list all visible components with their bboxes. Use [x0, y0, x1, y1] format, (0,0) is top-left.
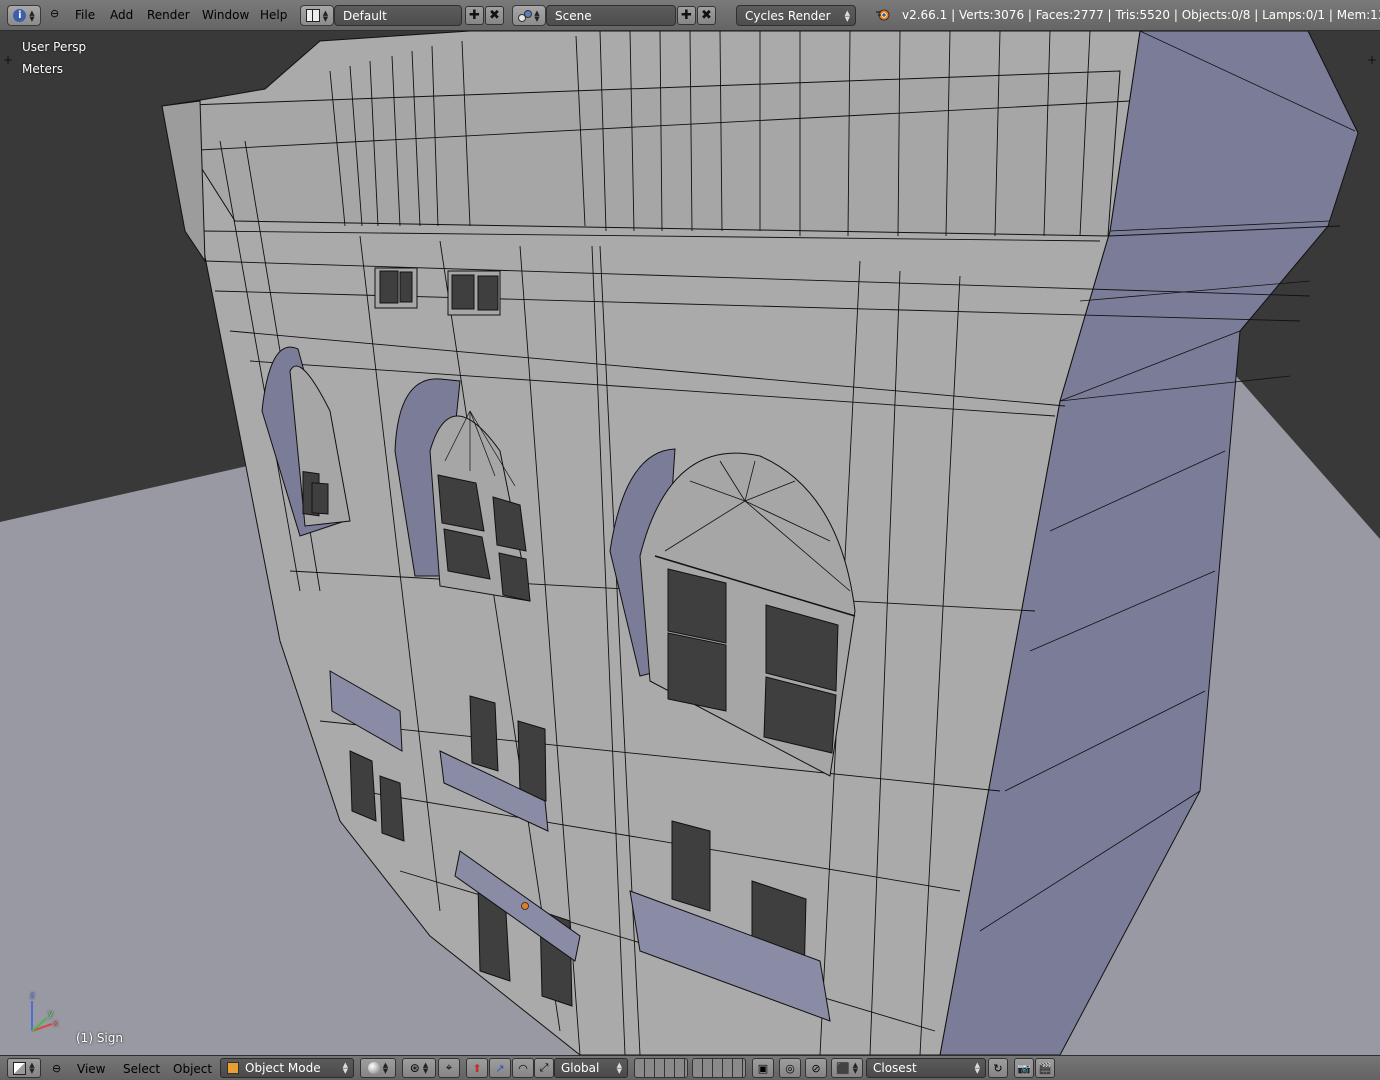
menu-window[interactable]: Window — [202, 8, 249, 22]
transform-orientation-icon-button[interactable]: ⤢ — [534, 1058, 554, 1078]
layers-group-2[interactable] — [692, 1058, 746, 1078]
axis-x-label: x — [53, 1019, 59, 1029]
viewport-corner-widget-left[interactable]: + — [2, 54, 14, 66]
pivot-point-button[interactable]: ⊛ ▲ ▼ — [402, 1058, 436, 1078]
delete-screen-button[interactable]: ✖ — [485, 6, 504, 25]
screen-layout-icon — [305, 9, 320, 22]
viewport-corner-widget-right[interactable]: + — [1366, 54, 1378, 66]
collapse-menu-icon[interactable]: ⊖ — [52, 1062, 61, 1075]
chevron-updown-icon: ▲ ▼ — [974, 1061, 980, 1075]
scene-browse-button[interactable]: ▲ ▼ — [512, 5, 546, 26]
blender-logo-icon — [875, 8, 891, 22]
lock-layers-button[interactable]: ▣ — [752, 1058, 774, 1078]
rotate-manipulator-button[interactable]: ↗ — [489, 1058, 511, 1078]
object-mode-icon — [227, 1062, 239, 1074]
3d-viewport[interactable]: User Persp Meters (1) Sign z x y + + — [0, 31, 1380, 1055]
viewport-shading-button[interactable]: ▲ ▼ — [360, 1058, 396, 1078]
scale-icon: ◠ — [518, 1061, 528, 1075]
snap-element-button[interactable]: ⬛ ▲ ▼ — [831, 1058, 863, 1078]
render-animation-button[interactable]: 🎬 — [1035, 1058, 1055, 1078]
render-engine-label: Cycles Render — [745, 8, 831, 23]
viewport-shading-icon — [367, 1062, 380, 1074]
plus-icon: ✚ — [681, 8, 692, 23]
interaction-mode-label: Object Mode — [245, 1061, 321, 1075]
interaction-mode-select[interactable]: Object Mode ▲ ▼ — [220, 1058, 354, 1078]
render-engine-select[interactable]: Cycles Render ▲ ▼ — [736, 5, 856, 26]
clapper-icon: 🎬 — [1038, 1061, 1052, 1075]
chevron-updown-icon: ▲ ▼ — [342, 1061, 348, 1075]
scene-icon — [518, 9, 533, 22]
menu-add[interactable]: Add — [110, 8, 133, 22]
render-camera-icon: 📷 — [1017, 1061, 1031, 1075]
scene-statistics: v2.66.1 | Verts:3076 | Faces:2777 | Tris… — [902, 8, 1380, 22]
chevron-updown-icon: ▲ ▼ — [852, 1061, 859, 1075]
snap-magnet-icon: ⊘ — [811, 1061, 821, 1075]
menu-file[interactable]: File — [75, 8, 95, 22]
view-name-label: User Persp — [22, 40, 87, 54]
units-label: Meters — [22, 62, 64, 76]
menu-select[interactable]: Select — [123, 1062, 160, 1076]
menu-help[interactable]: Help — [260, 8, 287, 22]
axis-z-label: z — [30, 991, 35, 1001]
translate-manipulator-button[interactable]: ⬆ — [466, 1058, 488, 1078]
manipulator-icon: ⬆ — [472, 1061, 482, 1075]
snap-element-icon: ⬛ — [835, 1061, 850, 1075]
scene-field[interactable]: Scene — [546, 5, 676, 26]
close-icon: ✖ — [489, 8, 500, 23]
menu-render[interactable]: Render — [147, 8, 190, 22]
chevron-updown-icon: ▲ ▼ — [422, 1061, 429, 1075]
object-origin-dot — [521, 902, 529, 910]
chevron-updown-icon: ▲ ▼ — [29, 1061, 35, 1075]
close-icon: ✖ — [701, 8, 712, 23]
add-scene-button[interactable]: ✚ — [677, 6, 696, 25]
delete-scene-button[interactable]: ✖ — [697, 6, 716, 25]
layers-group-1[interactable] — [634, 1058, 688, 1078]
add-screen-button[interactable]: ✚ — [465, 6, 484, 25]
scale-manipulator-button[interactable]: ◠ — [512, 1058, 534, 1078]
lock-icon: ▣ — [757, 1061, 769, 1075]
proportional-edit-button[interactable]: ◎ — [779, 1058, 801, 1078]
snap-target-label: Closest — [873, 1061, 917, 1075]
active-object-label: (1) Sign — [76, 1031, 123, 1045]
3d-manipulator-toggle[interactable]: ⌖ — [438, 1058, 460, 1078]
chevron-updown-icon: ▲ ▼ — [844, 9, 850, 23]
chevron-updown-icon: ▲ ▼ — [29, 8, 35, 23]
plus-icon: ✚ — [469, 8, 480, 23]
snap-align-rotation-button[interactable]: ↻ — [988, 1058, 1008, 1078]
pivot-point-icon: ⊛ — [409, 1061, 420, 1075]
rotate-icon: ↗ — [495, 1061, 505, 1075]
align-rotation-icon: ↻ — [993, 1061, 1003, 1075]
screen-layout-field[interactable]: Default — [334, 5, 462, 26]
chevron-updown-icon: ▲ ▼ — [616, 1061, 622, 1075]
proportional-edit-icon: ◎ — [785, 1061, 795, 1075]
editor-type-button[interactable]: ▲ ▼ — [7, 1058, 41, 1078]
chevron-updown-icon: ▲ ▼ — [534, 8, 540, 23]
info-header: i ▲ ▼ ⊖ File Add Render Window Help ▲ ▼ De… — [0, 0, 1380, 31]
building-mesh-view[interactable] — [0, 31, 1380, 1055]
view3d-editor-icon — [13, 1061, 27, 1075]
orientation-icon: ⤢ — [539, 1061, 549, 1074]
snap-target-select[interactable]: Closest ▲ ▼ — [866, 1058, 986, 1078]
render-opengl-button[interactable]: 📷 — [1014, 1058, 1034, 1078]
collapse-menu-icon[interactable]: ⊖ — [50, 7, 59, 20]
manipulator-toggle-icon: ⌖ — [445, 1061, 453, 1074]
editor-type-button[interactable]: i ▲ ▼ — [7, 5, 41, 26]
3d-view-header: ▲ ▼ ⊖ View Select Object Object Mode ▲ ▼ ▲… — [0, 1055, 1380, 1080]
transform-orientation-label: Global — [561, 1061, 600, 1075]
screen-layout-browse-button[interactable]: ▲ ▼ — [300, 5, 334, 26]
chevron-updown-icon: ▲ ▼ — [322, 8, 329, 23]
axis-y-label: y — [48, 1009, 54, 1019]
info-icon: i — [13, 9, 27, 22]
snap-toggle-button[interactable]: ⊘ — [805, 1058, 827, 1078]
menu-object[interactable]: Object — [173, 1062, 212, 1076]
transform-orientation-select[interactable]: Global ▲ ▼ — [554, 1058, 628, 1078]
menu-view[interactable]: View — [77, 1062, 105, 1076]
chevron-updown-icon: ▲ ▼ — [382, 1061, 389, 1075]
